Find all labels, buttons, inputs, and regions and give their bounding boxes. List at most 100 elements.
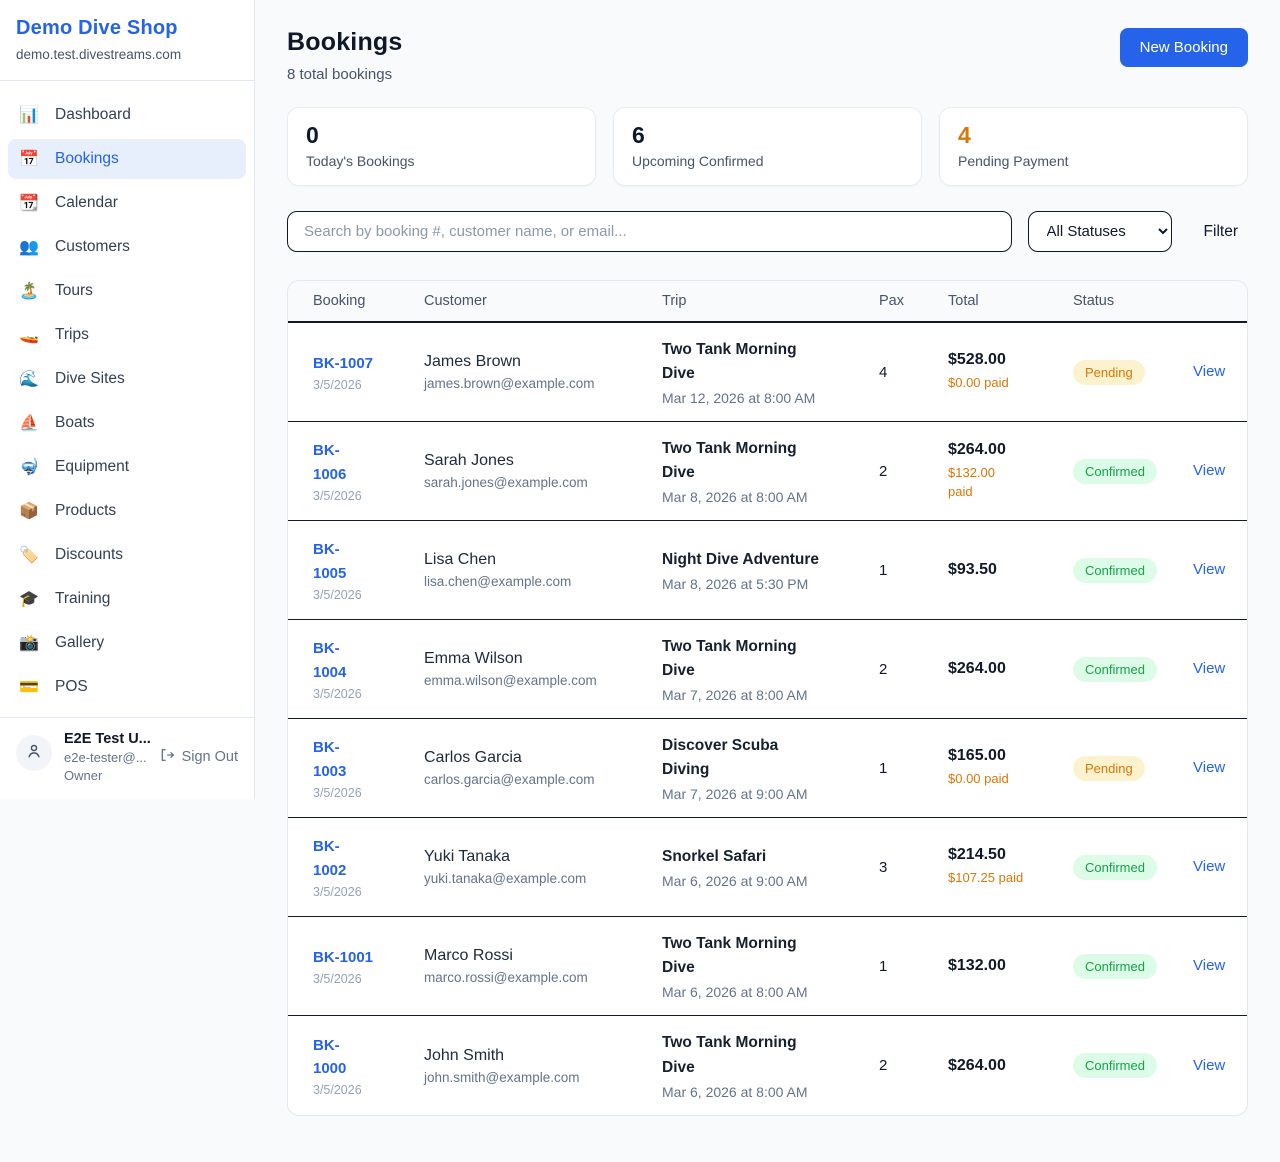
status-cell: Pending	[1073, 360, 1193, 385]
stat-value: 4	[958, 122, 1229, 149]
sidebar-item-equipment[interactable]: 🤿 Equipment	[8, 447, 246, 487]
sidebar-item-trips[interactable]: 🚤 Trips	[8, 315, 246, 355]
customer-cell: Carlos Garcia carlos.garcia@example.com	[424, 749, 662, 787]
total-amount: $214.50	[948, 846, 1073, 864]
total-cell: $214.50 $107.25 paid	[948, 846, 1073, 888]
customer-cell: James Brown james.brown@example.com	[424, 353, 662, 391]
filter-button[interactable]: Filter	[1194, 215, 1248, 249]
booking-id-link[interactable]: BK-1007	[313, 352, 424, 375]
booking-date: 3/5/2026	[313, 1083, 424, 1097]
view-link[interactable]: View	[1193, 462, 1225, 479]
trip-cell: Snorkel Safari Mar 6, 2026 at 9:00 AM	[662, 845, 879, 889]
actions-cell: View	[1193, 363, 1247, 381]
view-link[interactable]: View	[1193, 858, 1225, 875]
user-email: e2e-tester@...	[64, 750, 147, 765]
status-filter-select[interactable]: All Statuses	[1028, 211, 1172, 252]
table-row: BK- 1006 3/5/2026 Sarah Jones sarah.jone…	[288, 422, 1247, 521]
booking-cell: BK- 1000 3/5/2026	[313, 1034, 424, 1098]
booking-id-link[interactable]: BK- 1000	[313, 1034, 424, 1081]
status-cell: Confirmed	[1073, 558, 1193, 583]
status-cell: Confirmed	[1073, 954, 1193, 979]
total-cell: $165.00 $0.00 paid	[948, 747, 1073, 789]
actions-cell: View	[1193, 1057, 1247, 1075]
sidebar-item-tours[interactable]: 🏝️ Tours	[8, 271, 246, 311]
actions-cell: View	[1193, 462, 1247, 480]
sidebar-item-label: POS	[55, 678, 88, 696]
booking-id-link[interactable]: BK- 1005	[313, 538, 424, 585]
total-cell: $93.50	[948, 561, 1073, 579]
sidebar-item-bookings[interactable]: 📅 Bookings	[8, 139, 246, 179]
status-badge: Confirmed	[1073, 657, 1157, 682]
view-link[interactable]: View	[1193, 759, 1225, 776]
booking-date: 3/5/2026	[313, 972, 424, 986]
sidebar-item-calendar[interactable]: 📆 Calendar	[8, 183, 246, 223]
view-link[interactable]: View	[1193, 957, 1225, 974]
sidebar-item-dashboard[interactable]: 📊 Dashboard	[8, 95, 246, 135]
sidebar-item-training[interactable]: 🎓 Training	[8, 579, 246, 619]
sidebar-item-pos[interactable]: 💳 POS	[8, 667, 246, 707]
customer-email: sarah.jones@example.com	[424, 475, 662, 490]
new-booking-button[interactable]: New Booking	[1120, 28, 1248, 67]
sidebar-item-label: Trips	[55, 326, 89, 344]
customer-cell: Lisa Chen lisa.chen@example.com	[424, 551, 662, 589]
nav-item-icon: 🌊	[18, 369, 40, 389]
sidebar-item-label: Training	[55, 590, 110, 608]
sidebar-item-gallery[interactable]: 📸 Gallery	[8, 623, 246, 663]
table-row: BK- 1004 3/5/2026 Emma Wilson emma.wilso…	[288, 620, 1247, 719]
nav-item-icon: 📆	[18, 193, 40, 213]
trip-name: Two Tank Morning Dive	[662, 932, 879, 980]
search-input[interactable]	[287, 211, 1012, 252]
sidebar-item-label: Equipment	[55, 458, 129, 476]
booking-id-link[interactable]: BK- 1004	[313, 637, 424, 684]
status-badge: Confirmed	[1073, 558, 1157, 583]
view-link[interactable]: View	[1193, 363, 1225, 380]
sign-out-button[interactable]: Sign Out	[159, 747, 238, 767]
booking-id-link[interactable]: BK- 1006	[313, 439, 424, 486]
nav-item-icon: 💳	[18, 677, 40, 697]
customer-email: lisa.chen@example.com	[424, 574, 662, 589]
view-link[interactable]: View	[1193, 660, 1225, 677]
booking-id-link[interactable]: BK-1001	[313, 946, 424, 969]
trip-name: Two Tank Morning Dive	[662, 437, 879, 485]
main-content: Bookings 8 total bookings New Booking 0 …	[255, 0, 1280, 1116]
user-icon	[25, 742, 43, 765]
sidebar-item-customers[interactable]: 👥 Customers	[8, 227, 246, 267]
sidebar: Demo Dive Shop demo.test.divestreams.com…	[0, 0, 255, 799]
sidebar-item-label: Dashboard	[55, 106, 131, 124]
bookings-table: Booking Customer Trip Pax Total Status B…	[287, 280, 1248, 1116]
page-title: Bookings	[287, 28, 403, 57]
nav-item-icon: 📦	[18, 501, 40, 521]
sidebar-item-products[interactable]: 📦 Products	[8, 491, 246, 531]
sidebar-item-boats[interactable]: ⛵ Boats	[8, 403, 246, 443]
trip-cell: Two Tank Morning Dive Mar 6, 2026 at 8:0…	[662, 932, 879, 1000]
booking-date: 3/5/2026	[313, 687, 424, 701]
nav-item-icon: 🚤	[18, 325, 40, 345]
status-cell: Confirmed	[1073, 1053, 1193, 1078]
customer-name: Sarah Jones	[424, 452, 662, 470]
booking-id-link[interactable]: BK- 1003	[313, 736, 424, 783]
table-row: BK-1001 3/5/2026 Marco Rossi marco.rossi…	[288, 917, 1247, 1016]
view-link[interactable]: View	[1193, 1057, 1225, 1074]
status-badge: Confirmed	[1073, 1053, 1157, 1078]
trip-name: Discover Scuba Diving	[662, 734, 879, 782]
sidebar-item-discounts[interactable]: 🏷️ Discounts	[8, 535, 246, 575]
trip-name: Snorkel Safari	[662, 845, 879, 869]
status-cell: Confirmed	[1073, 855, 1193, 880]
total-cell: $528.00 $0.00 paid	[948, 351, 1073, 393]
view-link[interactable]: View	[1193, 561, 1225, 578]
customer-email: yuki.tanaka@example.com	[424, 871, 662, 886]
total-amount: $528.00	[948, 351, 1073, 369]
user-name: E2E Test U...	[64, 731, 147, 747]
status-cell: Confirmed	[1073, 459, 1193, 484]
column-header-trip: Trip	[662, 293, 879, 309]
filter-row: All Statuses Filter	[287, 211, 1248, 252]
sidebar-item-label: Dive Sites	[55, 370, 125, 388]
sidebar-item-label: Customers	[55, 238, 130, 256]
sidebar-item-dive-sites[interactable]: 🌊 Dive Sites	[8, 359, 246, 399]
customer-email: james.brown@example.com	[424, 376, 662, 391]
trip-datetime: Mar 6, 2026 at 9:00 AM	[662, 873, 879, 889]
sidebar-item-label: Calendar	[55, 194, 118, 212]
title-row: Bookings 8 total bookings New Booking	[287, 28, 1248, 83]
booking-id-link[interactable]: BK- 1002	[313, 835, 424, 882]
paid-amount: $132.00 paid	[948, 463, 1073, 502]
